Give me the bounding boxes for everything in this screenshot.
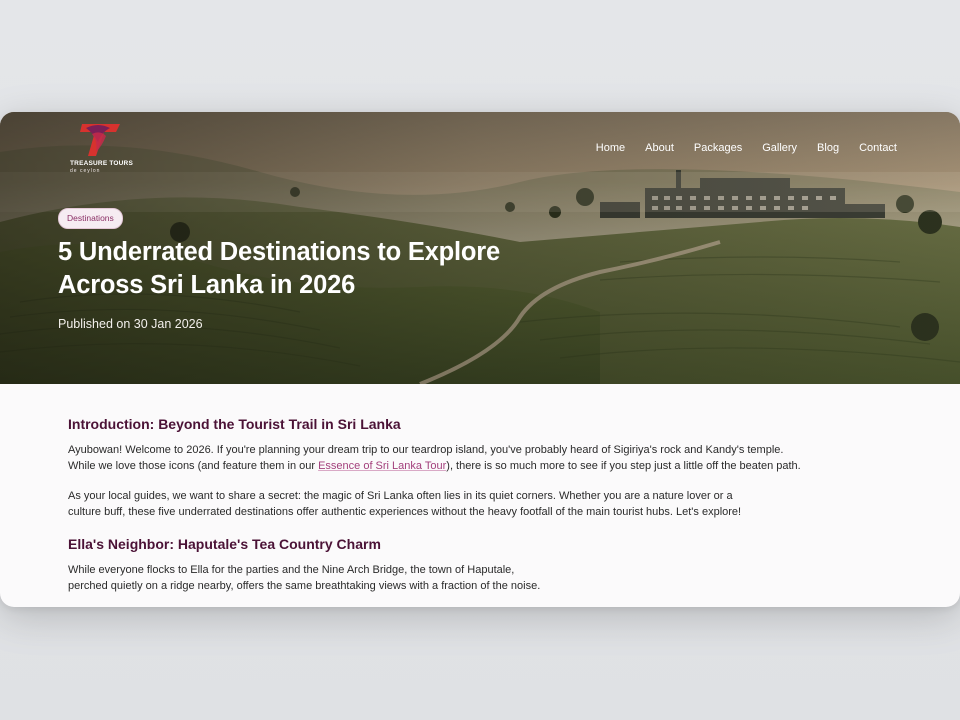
category-badge[interactable]: Destinations [58,208,123,229]
guides-text-line2: culture buff, these five underrated dest… [68,505,742,518]
hero-banner: TREASURE TOURS de ceylon Home About Pack… [0,112,960,384]
page-card: TREASURE TOURS de ceylon Home About Pack… [0,112,960,607]
haputale-heading: Ella's Neighbor: Haputale's Tea Country … [68,536,381,552]
brand-logo[interactable]: TREASURE TOURS de ceylon [70,122,134,174]
haputale-text-line2: perched quietly on a ridge nearby, offer… [68,579,541,592]
intro-text-line1: Ayubowan! Welcome to 2026. If you're pla… [68,444,784,456]
logo-mark-icon [80,124,120,156]
brand-name: TREASURE TOURS [70,160,133,167]
intro-heading: Introduction: Beyond the Tourist Trail i… [68,416,401,432]
essence-tour-link[interactable]: Essence of Sri Lanka Tour [318,460,446,472]
page-title: 5 Underrated Destinations to Explore Acr… [58,238,500,299]
intro-text-line2-end: ), there is so much more to see if you s… [446,459,801,472]
haputale-text-line1: While everyone flocks to Ella for the pa… [68,564,515,576]
haputale-paragraph: While everyone flocks to Ella for the pa… [68,563,848,594]
guides-paragraph: As your local guides, we want to share a… [68,489,848,520]
guides-text-line1: As your local guides, we want to share a… [68,490,733,502]
nav-item-home[interactable]: Home [596,142,625,154]
brand-tagline: de ceylon [70,168,101,174]
nav-item-packages[interactable]: Packages [694,142,742,154]
nav-item-about[interactable]: About [645,142,674,154]
nav-item-gallery[interactable]: Gallery [762,142,797,154]
article-body: Introduction: Beyond the Tourist Trail i… [68,412,848,594]
nav-item-contact[interactable]: Contact [859,142,897,154]
intro-paragraph: Ayubowan! Welcome to 2026. If you're pla… [68,443,848,474]
main-nav: Home About Packages Gallery Blog Contact [576,142,897,154]
intro-text-line2-start: While we love those icons (and feature t… [68,459,319,472]
published-date: Published on 30 Jan 2026 [58,317,203,331]
nav-item-blog[interactable]: Blog [817,142,839,154]
